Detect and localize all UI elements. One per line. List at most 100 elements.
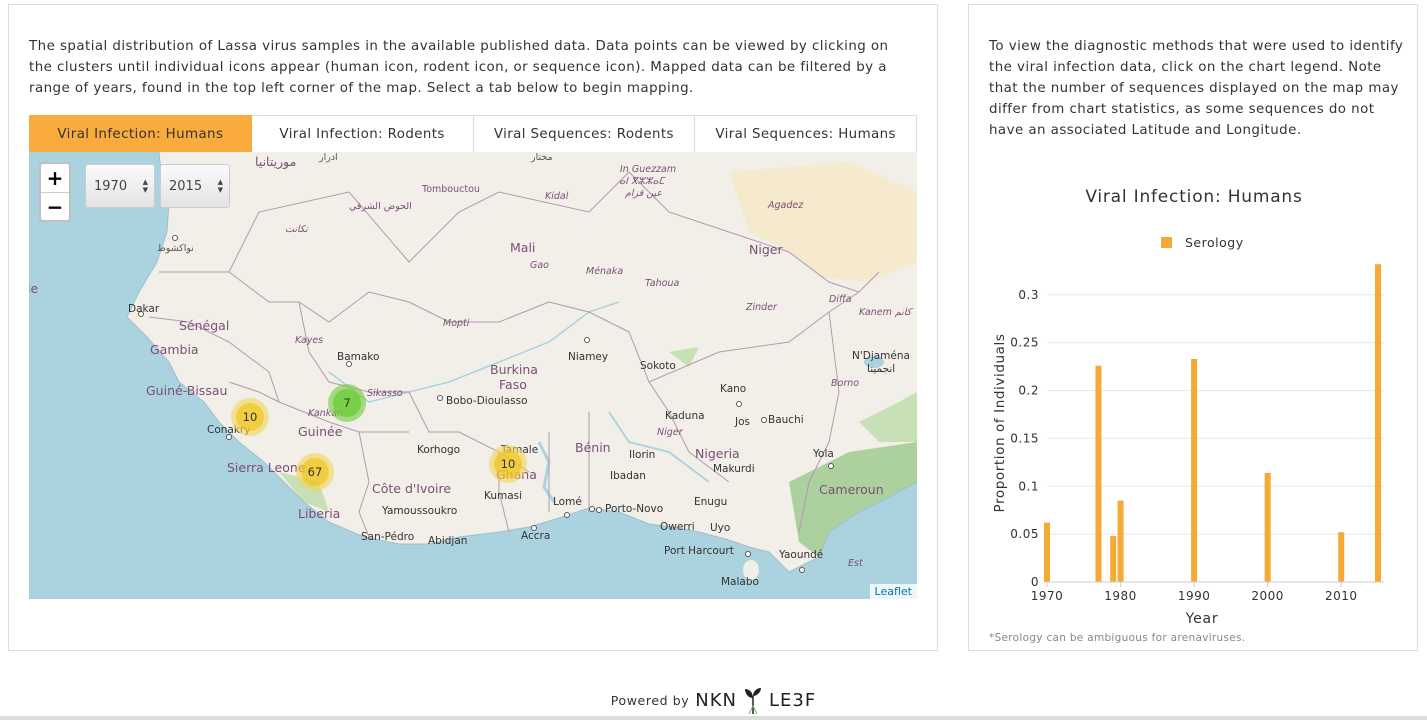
zoom-in-button[interactable]: + xyxy=(41,164,69,192)
map-label-zinder: Zinder xyxy=(746,302,777,313)
cluster-count: 10 xyxy=(236,403,264,431)
map-label-borno: Borno xyxy=(831,378,860,389)
map-label-owerri: Owerri xyxy=(660,521,695,533)
bar-serology[interactable] xyxy=(1044,522,1050,582)
map-label-kidal: Kidal xyxy=(545,191,569,202)
tab-viral-infection-rodents[interactable]: Viral Infection: Rodents xyxy=(251,115,474,153)
map-label-sikasso: Sikasso xyxy=(367,388,403,399)
map-label-ilorin: Ilorin xyxy=(629,449,656,461)
tab-viral-sequences-humans[interactable]: Viral Sequences: Humans xyxy=(695,115,917,153)
x-axis-label: Year xyxy=(1185,611,1219,625)
map-label-kayes: Kayes xyxy=(295,335,324,346)
data-tabs: Viral Infection: Humans Viral Infection:… xyxy=(29,115,917,153)
map-label-mali: Mali xyxy=(510,240,536,255)
map-cluster-bamako[interactable]: 7 xyxy=(328,384,366,422)
x-tick-label: 1970 xyxy=(1031,589,1064,603)
x-tick-label: 2000 xyxy=(1251,589,1284,603)
map-label-guinea-bissau: Guiné-Bissau xyxy=(146,383,228,398)
y-axis-ticks: 0 0.05 0.1 0.15 0.2 0.25 0.3 xyxy=(1010,288,1039,589)
year-to-select[interactable]: 2015 ▲ ▼ xyxy=(160,164,230,208)
map-view[interactable]: موريتانيا ادرار مختار In Guezzam ⴰⵏ ⴳⵣⵣⴰ… xyxy=(29,152,917,599)
map-label-yaounde: Yaoundé xyxy=(779,549,824,561)
map-label-gao: Gao xyxy=(530,260,549,271)
chart-description: To view the diagnostic methods that were… xyxy=(989,39,1404,138)
map-label-sierra-leone: Sierra Leone xyxy=(227,460,306,475)
chart-legend[interactable]: Serology xyxy=(1161,235,1244,250)
bar-serology[interactable] xyxy=(1338,532,1345,582)
map-label-cote-divoire: Côte d'Ivoire xyxy=(372,481,452,496)
map-label-san-pedro: San-Pédro xyxy=(361,531,415,543)
y-tick-label: 0 xyxy=(1031,575,1039,589)
map-label-ndjamena-arabic: انجمينا xyxy=(867,363,896,375)
map-label-mokhtar: مختار xyxy=(531,152,553,163)
map-label-in-guezzam-tifinagh: ⴰⵏ ⴳⵣⵣⴰⵎ xyxy=(619,176,665,187)
x-tick-label: 2010 xyxy=(1325,589,1358,603)
map-label-agadez: Agadez xyxy=(768,200,804,211)
map-label-liberia: Liberia xyxy=(298,506,341,521)
map-label-adrar: ادرار xyxy=(319,152,338,163)
year-from-select[interactable]: 1970 ▲ ▼ xyxy=(85,164,155,208)
map-label-burkina: Burkina xyxy=(490,362,538,377)
map-label-tahoua: Tahoua xyxy=(645,278,680,289)
tab-viral-sequences-rodents[interactable]: Viral Sequences: Rodents xyxy=(473,115,696,153)
sprout-logo-icon xyxy=(744,688,761,714)
footer: Powered by NKN LE3F xyxy=(0,686,1427,714)
map-label-kano: Kano xyxy=(720,383,747,395)
select-arrows-icon: ▲ ▼ xyxy=(217,178,223,194)
map-label-yamoussoukro: Yamoussoukro xyxy=(382,505,458,517)
map-label-senegal: Sénégal xyxy=(179,318,230,333)
map-label-kumasi: Kumasi xyxy=(484,490,523,502)
y-tick-label: 0.1 xyxy=(1018,479,1039,493)
year-to-value: 2015 xyxy=(169,178,203,194)
map-label-mauritania: موريتانيا xyxy=(255,154,297,169)
leaflet-attribution-link[interactable]: Leaflet xyxy=(869,584,917,599)
chart-panel: To view the diagnostic methods that were… xyxy=(968,4,1418,651)
map-label-benin: Bénin xyxy=(575,440,611,455)
y-tick-label: 0.25 xyxy=(1010,336,1039,350)
map-label-uyo: Uyo xyxy=(710,522,731,534)
map-label-ndjamena: N'Djaména xyxy=(852,350,910,362)
y-tick-label: 0.15 xyxy=(1010,431,1039,445)
bar-serology[interactable] xyxy=(1117,500,1124,582)
x-tick-label: 1990 xyxy=(1178,589,1211,603)
brand-nkn: NKN xyxy=(695,689,737,711)
zoom-out-button[interactable]: − xyxy=(41,192,69,220)
chart-title: Viral Infection: Humans xyxy=(1085,187,1302,207)
powered-by: Powered by NKN LE3F xyxy=(611,686,816,714)
map-label-tagant: تكانت xyxy=(285,224,308,235)
map-label-diffa: Diffa xyxy=(829,294,852,305)
map-label-hodh: الحوض الشرقي xyxy=(349,201,412,212)
cluster-count: 67 xyxy=(301,458,329,486)
legend-swatch[interactable] xyxy=(1161,237,1172,248)
bar-serology[interactable] xyxy=(1375,264,1381,582)
zoom-control: + − xyxy=(39,162,71,222)
map-label-cameroun: Cameroun xyxy=(819,482,884,497)
map-label-korhogo: Korhogo xyxy=(417,444,461,456)
map-label-kaduna: Kaduna xyxy=(665,410,705,422)
map-label-lome: Lomé xyxy=(553,496,582,508)
map-label-in-guezzam: In Guezzam xyxy=(620,164,677,175)
year-from-value: 1970 xyxy=(94,178,128,194)
map-label-dakar: Dakar xyxy=(128,303,160,315)
tab-viral-infection-humans[interactable]: Viral Infection: Humans xyxy=(29,115,252,153)
map-label-mopti: Mopti xyxy=(443,318,470,329)
bar-serology[interactable] xyxy=(1191,358,1198,582)
map-label-nouakchott: نواكشوط xyxy=(157,243,194,254)
map-label-niger-state: Niger xyxy=(657,427,683,438)
map-cluster-sierra-leone[interactable]: 67 xyxy=(296,453,334,491)
bar-serology[interactable] xyxy=(1264,472,1271,582)
y-tick-label: 0.05 xyxy=(1010,527,1039,541)
bar-serology[interactable] xyxy=(1095,365,1102,582)
cluster-count: 7 xyxy=(333,389,361,417)
map-label-malabo: Malabo xyxy=(721,576,759,588)
map-label-menaka: Ménaka xyxy=(586,266,624,277)
map-label-sokoto: Sokoto xyxy=(640,360,676,372)
map-cluster-conakry[interactable]: 10 xyxy=(231,398,269,436)
map-panel: The spatial distribution of Lassa virus … xyxy=(8,4,938,651)
map-basemap xyxy=(29,152,917,599)
legend-item-serology[interactable]: Serology xyxy=(1185,235,1244,250)
cluster-count: 10 xyxy=(494,450,522,478)
bar-serology[interactable] xyxy=(1110,536,1117,582)
map-label-kanem: Kanem كانم xyxy=(859,307,912,318)
map-cluster-ghana[interactable]: 10 xyxy=(489,445,527,483)
